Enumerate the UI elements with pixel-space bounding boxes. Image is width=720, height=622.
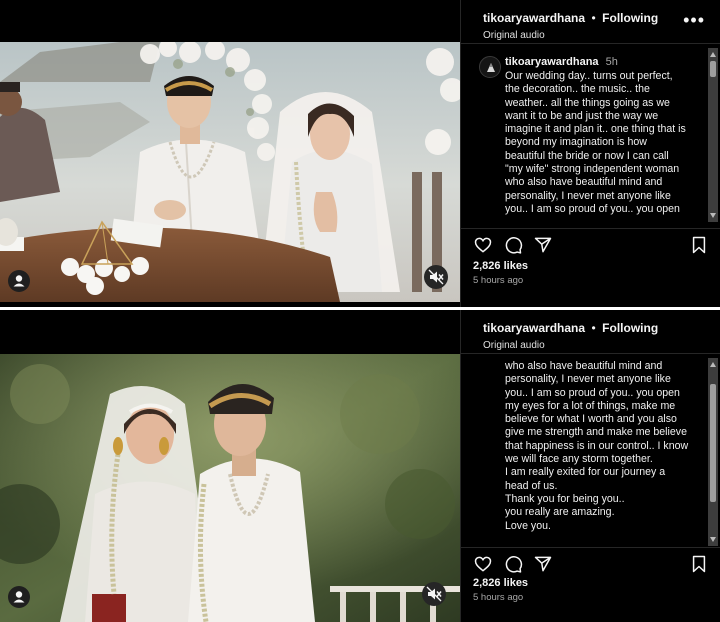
audio-link[interactable]: Original audio [483, 30, 720, 41]
caption-line: my eyes for a lot of things, make me [505, 399, 676, 412]
caption-username[interactable]: tikoaryawardhana [505, 56, 599, 68]
mute-toggle-button[interactable] [422, 582, 446, 606]
post-header: tikoaryawardhana • Following Original au… [461, 310, 720, 354]
heart-icon[interactable] [473, 554, 493, 574]
user-tag-icon [13, 591, 25, 603]
tag-people-button[interactable] [8, 586, 30, 608]
scroll-up-icon[interactable] [710, 362, 716, 367]
comment-icon[interactable] [503, 235, 523, 255]
caption-line: Our wedding day.. turns out perfect, [505, 70, 673, 82]
action-bar [461, 228, 720, 256]
send-icon[interactable] [533, 554, 553, 574]
send-icon[interactable] [533, 235, 553, 255]
scroll-up-icon[interactable] [710, 52, 716, 57]
caption-line: Love you. [505, 519, 551, 532]
follow-button[interactable]: Following [602, 11, 658, 25]
caption-line: believe for what I worth and you also [505, 413, 677, 426]
action-bar [461, 547, 720, 575]
scroll-down-icon[interactable] [710, 537, 716, 542]
author-username[interactable]: tikoaryawardhana [483, 321, 585, 335]
caption-area: tikoaryawardhana 5h Our wedding day.. tu… [461, 46, 720, 222]
caption-line: want it to be and just the way we [505, 109, 659, 122]
caption-scrollbar[interactable] [708, 358, 718, 546]
scroll-thumb[interactable] [710, 61, 716, 77]
caption-area: who also have beautiful mind and persona… [461, 356, 720, 534]
caption-line: who also have beautiful mind and [505, 360, 663, 372]
scroll-thumb[interactable] [710, 384, 716, 502]
caption-line: beyond my imagination is how [505, 136, 647, 149]
caption-line: personality, I never met anyone like [505, 373, 671, 386]
caption-line: Thank you for being you.. [505, 492, 625, 505]
caption-line: head of us. [505, 479, 558, 492]
caption-line: I am really exited for our journey a [505, 466, 666, 479]
caption-line: you.. I am so proud of you.. you open [505, 386, 680, 399]
wedding-photo-couple [0, 354, 460, 622]
mute-toggle-button[interactable] [424, 265, 448, 289]
caption-line: the decoration.. the music.. the [505, 83, 650, 96]
post-panel-top: tikoaryawardhana • Following Original au… [0, 0, 720, 307]
post-media[interactable] [0, 310, 460, 622]
avatar[interactable] [479, 56, 501, 78]
caption-line: we will face any storm together. [505, 453, 653, 466]
caption-text: who also have beautiful mind and persona… [505, 360, 701, 533]
comment-icon[interactable] [503, 554, 523, 574]
post-header: tikoaryawardhana • Following Original au… [461, 0, 720, 44]
like-count[interactable]: 2,826 likes [473, 577, 528, 589]
caption-time: 5h [605, 56, 618, 68]
caption-line: personality, I never met anyone like [505, 189, 671, 202]
author-username[interactable]: tikoaryawardhana [483, 11, 585, 25]
caption-line: "my wife" strong independent woman [505, 163, 680, 176]
tag-people-button[interactable] [8, 270, 30, 292]
follow-button[interactable]: Following [602, 321, 658, 335]
caption-line: weather.. all the things going as we [505, 96, 670, 109]
wedding-photo-ceremony [0, 42, 460, 302]
muted-speaker-icon [428, 269, 444, 285]
caption-line: beautiful the bride or now I can call [505, 149, 669, 162]
like-count[interactable]: 2,826 likes [473, 260, 528, 272]
caption-line: you.. I am so proud of you.. you open [505, 202, 680, 215]
muted-speaker-icon [426, 586, 442, 602]
post-timestamp[interactable]: 5 hours ago [473, 275, 523, 286]
caption-line: who also have beautiful mind and [505, 176, 663, 189]
more-options-icon[interactable]: ••• [683, 10, 705, 31]
caption-line: that happiness is in our control.. I kno… [505, 439, 689, 452]
post-sidebar: tikoaryawardhana • Following Original au… [460, 0, 720, 307]
user-tag-icon [13, 275, 25, 287]
scroll-down-icon[interactable] [710, 213, 716, 218]
caption-text: Our wedding day.. turns out perfect, the… [505, 70, 701, 216]
caption-scrollbar[interactable] [708, 48, 718, 222]
post-sidebar: tikoaryawardhana • Following Original au… [460, 310, 720, 622]
post-timestamp[interactable]: 5 hours ago [473, 592, 523, 603]
header-separator: • [591, 11, 596, 25]
bookmark-icon[interactable] [689, 235, 709, 255]
post-media[interactable] [0, 0, 460, 307]
post-panel-bottom: tikoaryawardhana • Following Original au… [0, 310, 720, 622]
heart-icon[interactable] [473, 235, 493, 255]
audio-link[interactable]: Original audio [483, 340, 720, 351]
caption-line: give me strength and make me believe [505, 426, 687, 439]
caption-header: tikoaryawardhana 5h [505, 56, 618, 68]
caption-line: you really are amazing. [505, 506, 615, 519]
header-separator: • [591, 321, 596, 335]
bookmark-icon[interactable] [689, 554, 709, 574]
caption-line: imagine it and plan it.. one thing that … [505, 123, 686, 136]
